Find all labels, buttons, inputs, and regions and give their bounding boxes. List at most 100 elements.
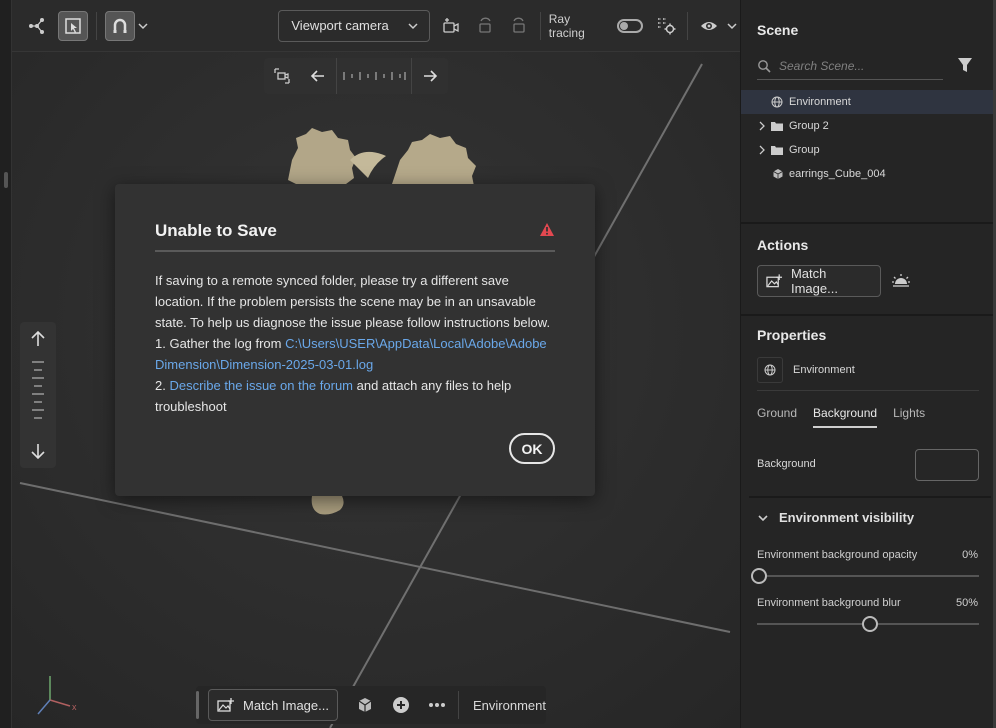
app-window: x Viewport camera Ray tracing Match Imag… <box>0 0 996 728</box>
toolbar-divider <box>539 11 541 40</box>
scene-item-environment[interactable]: Environment <box>741 90 996 114</box>
panel-divider <box>741 314 996 316</box>
camera-select-label: Viewport camera <box>291 18 389 33</box>
tab-ground[interactable]: Ground <box>757 406 797 428</box>
scene-item-label: Environment <box>789 96 851 108</box>
panel-divider <box>741 222 996 224</box>
scene-panel-title: Scene <box>757 22 799 38</box>
scene-item-label: Group 2 <box>789 120 829 132</box>
globe-icon <box>757 357 783 383</box>
left-panel-edge <box>0 0 12 728</box>
opacity-slider-label: Environment background opacity <box>757 549 918 561</box>
chevron-down-icon[interactable] <box>135 11 151 41</box>
arrow-up-icon[interactable] <box>31 330 45 346</box>
chevron-down-icon[interactable] <box>724 11 740 41</box>
tab-lights[interactable]: Lights <box>893 406 925 428</box>
background-swatch[interactable] <box>915 449 979 481</box>
chevron-down-icon <box>758 514 768 521</box>
match-image-label: Match Image... <box>790 266 838 296</box>
cube-icon <box>773 169 783 179</box>
scene-item-group-2[interactable]: Group 2 <box>741 114 996 138</box>
frame-camera-icon[interactable] <box>264 58 300 94</box>
blur-slider-value: 50% <box>955 597 978 609</box>
dolly-scrubber[interactable] <box>32 361 44 419</box>
background-label: Background <box>757 458 816 470</box>
add-circle-icon[interactable] <box>386 690 416 720</box>
scene-item-label: Group <box>789 144 820 156</box>
more-icon[interactable] <box>422 690 452 720</box>
dialog-step-1: 1. Gather the log from C:\Users\USER\App… <box>155 333 555 375</box>
match-image-button[interactable]: Match Image... <box>208 689 338 721</box>
step1-prefix: 1. Gather the log from <box>155 336 286 351</box>
actions-panel-title: Actions <box>757 237 809 253</box>
viewport[interactable]: x Viewport camera Ray tracing Match Imag… <box>0 0 740 728</box>
selected-object-label: Environment <box>793 364 855 376</box>
unable-to-save-dialog: Unable to Save If saving to a remote syn… <box>115 184 595 496</box>
forum-link[interactable]: Describe the issue on the forum <box>169 378 353 393</box>
scene-search-input[interactable] <box>779 58 929 73</box>
arrow-right-icon[interactable] <box>412 58 448 94</box>
toolbar-divider <box>457 691 459 719</box>
toolbar-divider <box>687 11 689 40</box>
dialog-title: Unable to Save <box>155 221 277 240</box>
properties-panel-title: Properties <box>757 327 827 343</box>
visibility-eye-icon[interactable] <box>694 11 724 41</box>
cube-icon[interactable] <box>350 690 380 720</box>
filter-icon[interactable] <box>957 57 973 78</box>
opacity-slider-track[interactable] <box>757 575 979 577</box>
right-panel: Scene Environment Group 2 <box>740 0 996 728</box>
blur-slider-label: Environment background blur <box>757 597 901 609</box>
camera-bookmark-icon[interactable] <box>436 11 466 41</box>
image-add-icon <box>766 274 783 288</box>
ok-button[interactable]: OK <box>509 433 555 464</box>
dialog-paragraph: If saving to a remote synced folder, ple… <box>155 273 551 330</box>
select-tool-icon[interactable] <box>57 10 88 41</box>
dialog-body: If saving to a remote synced folder, ple… <box>155 270 555 417</box>
environment-visibility-header[interactable]: Environment visibility <box>757 510 914 525</box>
ray-tracing-toggle[interactable] <box>617 18 644 33</box>
arrow-left-icon[interactable] <box>300 58 336 94</box>
globe-icon <box>771 96 783 108</box>
warning-icon <box>539 222 555 242</box>
search-icon <box>758 59 771 73</box>
folder-icon <box>771 146 783 155</box>
toolbar-divider <box>95 11 97 40</box>
panel-grip[interactable] <box>4 172 8 188</box>
match-image-label: Match Image... <box>243 697 329 713</box>
properties-tabs: Ground Background Lights <box>757 406 925 428</box>
chevron-right-icon[interactable] <box>757 121 767 131</box>
top-toolbar: Viewport camera Ray tracing <box>12 0 740 52</box>
scene-graph-icon[interactable] <box>22 11 52 41</box>
camera-nav-strip <box>264 58 448 94</box>
auto-light-icon[interactable] <box>891 272 911 295</box>
image-add-icon <box>217 698 234 712</box>
chevron-right-icon[interactable] <box>757 145 767 155</box>
selected-object: Environment <box>757 356 855 384</box>
chevron-down-icon <box>408 22 418 29</box>
undo-camera-icon[interactable] <box>470 11 500 41</box>
arrow-down-icon[interactable] <box>31 444 45 460</box>
magnet-snap-icon[interactable] <box>104 10 135 41</box>
step2-prefix: 2. <box>155 378 170 393</box>
vertical-nav <box>20 322 56 468</box>
opacity-slider-thumb[interactable] <box>751 568 767 584</box>
ray-tracing-label: Ray tracing <box>548 11 585 40</box>
match-image-action-button[interactable]: Match Image... <box>757 265 881 297</box>
panel-divider <box>749 496 991 498</box>
dialog-divider <box>155 250 555 252</box>
camera-select[interactable]: Viewport camera <box>278 9 431 42</box>
scene-item-group[interactable]: Group <box>741 138 996 162</box>
orbit-scrubber[interactable] <box>336 58 412 94</box>
scene-item-label: earrings_Cube_004 <box>789 168 886 180</box>
properties-divider <box>757 390 979 391</box>
dialog-step-2: 2. Describe the issue on the forum and a… <box>155 375 555 417</box>
svg-text:x: x <box>72 702 77 712</box>
blur-slider-thumb[interactable] <box>862 616 878 632</box>
context-label: Environment <box>472 697 546 713</box>
redo-camera-icon[interactable] <box>504 11 534 41</box>
bottom-toolbar: Match Image... Environment <box>196 686 546 724</box>
render-settings-icon[interactable] <box>651 11 681 41</box>
tab-background[interactable]: Background <box>813 406 878 428</box>
scene-item-earrings-cube[interactable]: earrings_Cube_004 <box>741 162 996 186</box>
toolbar-handle[interactable] <box>196 691 199 719</box>
